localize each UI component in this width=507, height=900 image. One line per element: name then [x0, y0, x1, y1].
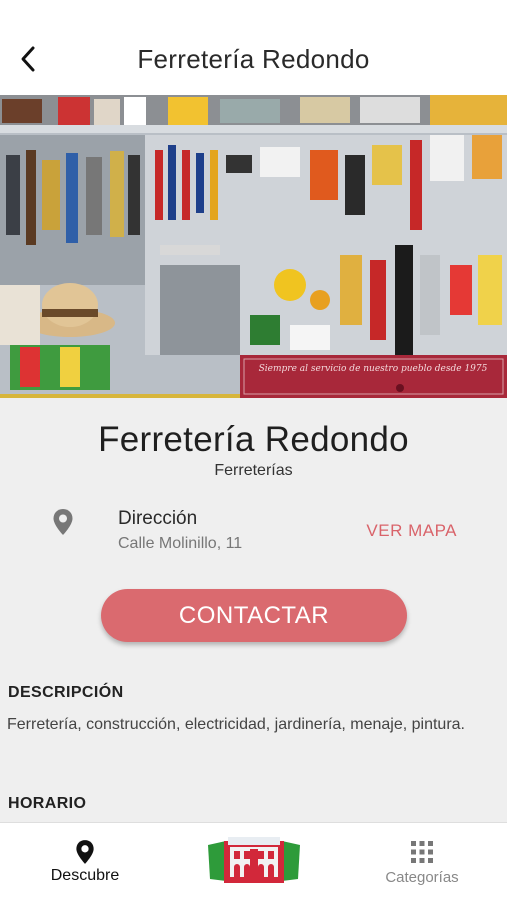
contact-button[interactable]: CONTACTAR — [101, 589, 407, 642]
grid-icon — [411, 841, 433, 863]
town-hall-logo-icon — [208, 837, 300, 883]
bottom-tab-bar: Descubre Categorías — [0, 822, 507, 900]
business-name: Ferretería Redondo — [98, 420, 409, 459]
tab-categories[interactable]: Categorías — [367, 823, 477, 900]
page-title: Ferretería Redondo — [137, 44, 370, 74]
business-category: Ferreterías — [214, 462, 293, 479]
tab-home-logo[interactable] — [200, 823, 308, 900]
address-label: Dirección — [118, 508, 198, 529]
description-heading: DESCRIPCIÓN — [8, 684, 124, 701]
tab-discover-label: Descubre — [50, 867, 120, 884]
location-pin-icon — [53, 509, 73, 535]
address-value: Calle Molinillo, 11 — [118, 535, 243, 552]
hours-heading: HORARIO — [8, 795, 87, 812]
app-header: Ferretería Redondo — [0, 0, 507, 95]
hero-banner-text: Siempre al servicio de nuestro pueblo de… — [259, 364, 488, 374]
view-map-link[interactable]: VER MAPA — [366, 521, 457, 541]
location-pin-icon — [76, 840, 94, 864]
tab-discover[interactable]: Descubre — [30, 823, 140, 900]
tab-categories-label: Categorías — [385, 869, 459, 886]
business-detail: Ferretería Redondo Ferreterías Dirección… — [0, 398, 507, 822]
store-photo: Siempre al servicio de nuestro pueblo de… — [0, 95, 507, 398]
description-text: Ferretería, construcción, electricidad, … — [7, 716, 465, 733]
